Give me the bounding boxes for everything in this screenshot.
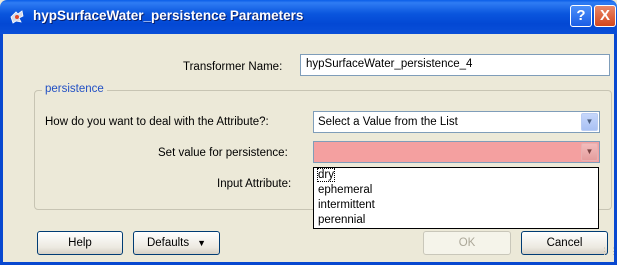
persistence-value-select[interactable]: ▼	[313, 141, 600, 163]
option-intermittent[interactable]: intermittent	[318, 199, 375, 211]
cancel-button[interactable]: Cancel	[521, 231, 608, 255]
title-bar[interactable]: hypSurfaceWater_persistence Parameters ?…	[0, 0, 617, 34]
chevron-down-icon[interactable]: ▼	[581, 143, 598, 161]
option-perennial[interactable]: perennial	[318, 214, 365, 226]
defaults-button-label: Defaults	[146, 237, 190, 249]
attribute-question-label: How do you want to deal with the Attribu…	[45, 116, 269, 128]
defaults-button[interactable]: Defaults ▼	[133, 231, 220, 255]
transformer-name-label: Transformer Name:	[183, 61, 283, 73]
persistence-group-title: persistence	[42, 83, 107, 95]
window-title: hypSurfaceWater_persistence Parameters	[33, 8, 304, 23]
option-dry[interactable]: dry	[317, 168, 335, 182]
help-question-icon[interactable]: ?	[570, 5, 592, 27]
input-attribute-label: Input Attribute:	[217, 178, 292, 190]
set-value-label: Set value for persistence:	[158, 147, 288, 159]
caret-down-icon: ▼	[197, 238, 207, 248]
option-ephemeral[interactable]: ephemeral	[318, 184, 372, 196]
attribute-handling-select[interactable]: Select a Value from the List ▼	[313, 111, 600, 133]
transformer-app-icon	[10, 10, 24, 24]
help-button[interactable]: Help	[37, 231, 123, 255]
ok-button[interactable]: OK	[423, 231, 511, 255]
attribute-handling-value: Select a Value from the List	[318, 116, 458, 128]
close-icon[interactable]: X	[594, 5, 616, 27]
persistence-options-list[interactable]: dry ephemeral intermittent perennial	[313, 167, 599, 229]
chevron-down-icon[interactable]: ▼	[581, 113, 598, 131]
transformer-name-field[interactable]: hypSurfaceWater_persistence_4	[300, 54, 610, 76]
resize-grip-icon[interactable]: ⋮⋮	[600, 246, 617, 258]
